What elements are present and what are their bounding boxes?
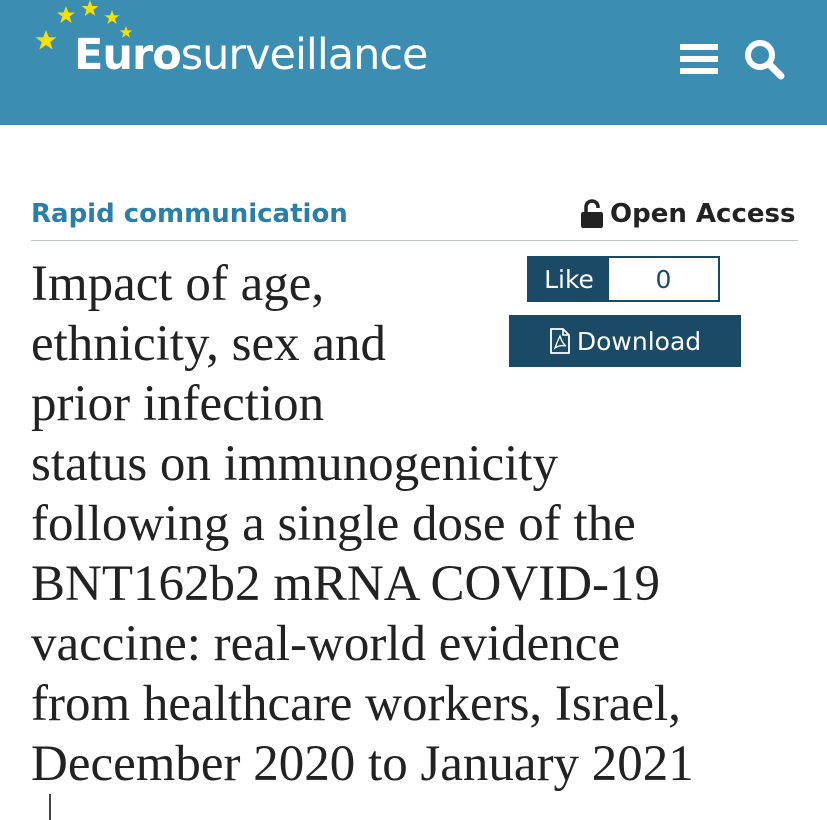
- open-access-badge: Open Access: [580, 199, 795, 229]
- search-icon[interactable]: [743, 38, 785, 80]
- title-line: from healthcare workers, Israel,: [31, 676, 681, 732]
- download-label: Download: [576, 326, 702, 356]
- like-button[interactable]: Like: [529, 258, 609, 300]
- title-line: vaccine: real-world evidence: [31, 616, 620, 672]
- site-logo[interactable]: Eurosurveillance: [74, 30, 429, 80]
- download-button[interactable]: Download: [509, 315, 741, 367]
- title-line-last: December 2020 to January 2021: [31, 734, 791, 820]
- text-cursor: [49, 794, 51, 820]
- title-line: prior infection: [31, 376, 325, 432]
- pdf-file-icon: [549, 328, 570, 354]
- like-count: 0: [655, 264, 672, 294]
- like-widget: Like 0: [527, 256, 720, 302]
- unlocked-padlock-icon: [581, 199, 603, 228]
- title-line: BNT162b2 mRNA COVID-19: [31, 556, 661, 612]
- title-line: December 2020 to January 2021: [31, 736, 694, 792]
- header-divider: [31, 240, 798, 241]
- article-type-label[interactable]: Rapid communication: [31, 199, 348, 229]
- open-access-label: Open Access: [610, 199, 796, 229]
- logo-suffix: surveillance: [180, 30, 429, 80]
- site-header: Eurosurveillance: [0, 0, 827, 125]
- logo-prefix: Euro: [74, 30, 182, 80]
- title-line: following a single dose of the: [31, 496, 636, 552]
- title-line: status on immunogenicity: [31, 436, 558, 492]
- hamburger-menu-icon[interactable]: [680, 43, 718, 75]
